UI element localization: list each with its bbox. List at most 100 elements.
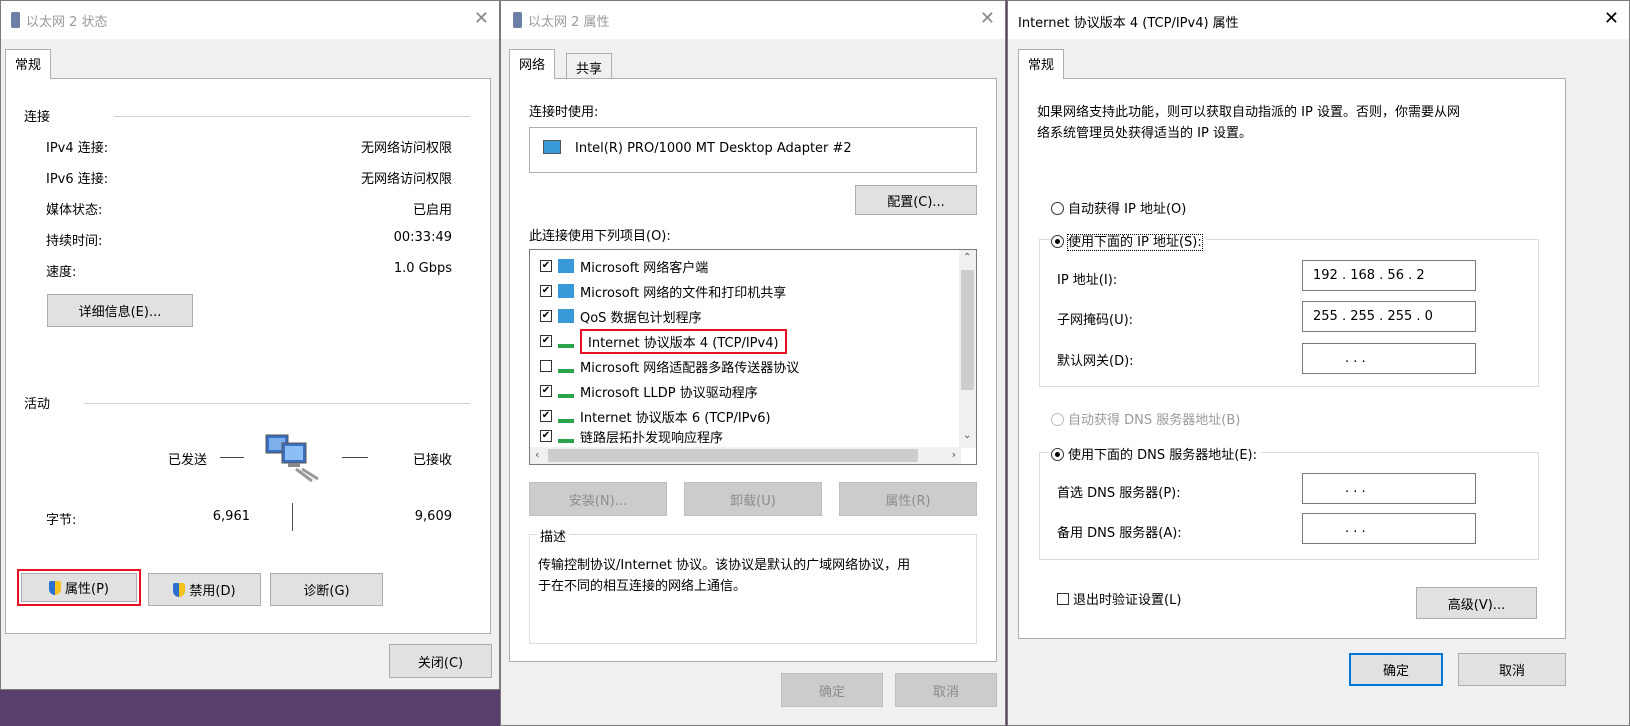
close-icon[interactable]: ✕ — [474, 9, 489, 29]
configure-button[interactable]: 配置(C)... — [855, 185, 977, 215]
disable-button[interactable]: 禁用(D) — [148, 573, 261, 606]
ipv6-label: IPv6 连接: — [46, 172, 109, 187]
speed-value: 1.0 Gbps — [393, 261, 452, 276]
diagnose-button[interactable]: 诊断(G) — [270, 573, 383, 606]
list-item[interactable]: ✔ 链路层拓扑发现响应程序 — [540, 428, 723, 444]
adapter-box: Intel(R) PRO/1000 MT Desktop Adapter #2 — [529, 127, 977, 173]
item-checkbox[interactable] — [540, 360, 552, 372]
connection-heading: 连接 — [24, 110, 51, 125]
client-icon — [558, 259, 574, 273]
radio-icon — [1051, 413, 1064, 426]
radio-icon — [1051, 202, 1064, 215]
item-checkbox[interactable]: ✔ — [540, 410, 552, 422]
sent-label: 已发送 — [168, 453, 208, 468]
status-titlebar[interactable]: 以太网 2 状态 ✕ — [1, 1, 499, 39]
item-label: Microsoft 网络的文件和打印机共享 — [580, 285, 787, 301]
properties-button[interactable]: 属性(P) — [21, 573, 137, 602]
ok-button[interactable]: 确定 — [1349, 653, 1443, 686]
list-item[interactable]: ✔ Internet 协议版本 4 (TCP/IPv4) — [540, 328, 787, 354]
advanced-button[interactable]: 高级(V)... — [1416, 587, 1537, 619]
scroll-down-icon[interactable]: ⌄ — [963, 430, 971, 441]
sent-line — [220, 457, 244, 458]
item-label: QoS 数据包计划程序 — [580, 310, 702, 326]
tab-sharing[interactable]: 共享 — [566, 53, 613, 79]
scroll-left-icon[interactable]: ‹ — [535, 448, 539, 461]
close-button[interactable]: 关闭(C) — [389, 644, 492, 678]
scrollbar-thumb[interactable] — [548, 449, 918, 462]
description-line: 于在不同的相互连接的网络上通信。 — [538, 579, 747, 594]
scroll-up-icon[interactable]: ⌃ — [963, 252, 971, 263]
manual-dns-label: 使用下面的 DNS 服务器地址(E): — [1068, 448, 1257, 463]
item-checkbox[interactable]: ✔ — [540, 260, 552, 272]
auto-dns-radio[interactable]: 自动获得 DNS 服务器地址(B) — [1051, 409, 1240, 428]
protocol-icon — [558, 359, 574, 373]
divider — [84, 403, 470, 404]
preferred-dns-input[interactable]: . . . — [1302, 473, 1476, 504]
manual-ip-radio[interactable]: 使用下面的 IP 地址(S): — [1051, 231, 1206, 251]
ipv4-value: 无网络访问权限 — [360, 141, 452, 156]
item-checkbox[interactable]: ✔ — [540, 430, 552, 442]
divider — [114, 116, 470, 117]
alternate-dns-input[interactable]: . . . — [1302, 513, 1476, 544]
protocol-icon — [558, 384, 574, 398]
ok-button[interactable]: 确定 — [781, 673, 883, 707]
network-icon — [513, 12, 522, 28]
item-checkbox[interactable]: ✔ — [540, 310, 552, 322]
network-icon — [11, 12, 20, 28]
tab-general[interactable]: 常规 — [1018, 49, 1065, 79]
radio-selected-icon — [1051, 448, 1064, 461]
validate-checkbox[interactable]: 退出时验证设置(L) — [1057, 589, 1181, 608]
gateway-input[interactable]: . . . — [1302, 343, 1476, 374]
item-checkbox[interactable]: ✔ — [540, 385, 552, 397]
radio-selected-icon — [1051, 235, 1064, 248]
item-properties-button[interactable]: 属性(R) — [839, 482, 977, 516]
adapter-icon — [543, 140, 561, 154]
uninstall-button[interactable]: 卸载(U) — [684, 482, 822, 516]
duration-label: 持续时间: — [46, 234, 103, 249]
horizontal-scrollbar[interactable]: ‹ › — [530, 447, 961, 464]
auto-dns-label: 自动获得 DNS 服务器地址(B) — [1068, 413, 1241, 428]
list-item[interactable]: ✔ Internet 协议版本 6 (TCP/IPv6) — [540, 405, 771, 427]
item-label: Microsoft LLDP 协议驱动程序 — [580, 385, 758, 401]
window-title: 以太网 2 属性 — [528, 14, 610, 30]
list-item[interactable]: Microsoft 网络适配器多路传送器协议 — [540, 355, 799, 377]
cancel-button[interactable]: 取消 — [895, 673, 997, 707]
scroll-right-icon[interactable]: › — [952, 448, 956, 461]
auto-ip-radio[interactable]: 自动获得 IP 地址(O) — [1051, 198, 1186, 217]
list-item[interactable]: ✔ Microsoft LLDP 协议驱动程序 — [540, 380, 758, 402]
vertical-scrollbar[interactable]: ⌃ ⌄ — [959, 250, 976, 448]
list-item[interactable]: ✔ Microsoft 网络的文件和打印机共享 — [540, 280, 786, 302]
item-label: Microsoft 网络适配器多路传送器协议 — [580, 360, 800, 376]
shield-icon — [49, 580, 61, 595]
ipv4-titlebar[interactable]: Internet 协议版本 4 (TCP/IPv4) 属性 ✕ — [1008, 1, 1629, 39]
items-label: 此连接使用下列项目(O): — [529, 229, 671, 244]
manual-dns-radio[interactable]: 使用下面的 DNS 服务器地址(E): — [1051, 444, 1261, 463]
tab-network[interactable]: 网络 — [509, 49, 556, 79]
scrollbar-thumb[interactable] — [961, 270, 974, 390]
shield-icon — [173, 582, 186, 597]
manual-ip-label: 使用下面的 IP 地址(S): — [1067, 234, 1203, 251]
intro-line: 络系统管理员处获得适当的 IP 设置。 — [1037, 126, 1252, 141]
tab-general[interactable]: 常规 — [5, 49, 52, 79]
items-list[interactable]: ✔ Microsoft 网络客户端 ✔ Microsoft 网络的文件和打印机共… — [529, 249, 977, 465]
cancel-button[interactable]: 取消 — [1458, 653, 1566, 686]
disable-label: 禁用(D) — [189, 584, 236, 599]
window-title: 以太网 2 状态 — [26, 14, 108, 30]
ip-address-input[interactable]: 192 . 168 . 56 . 2 — [1302, 260, 1476, 291]
item-checkbox[interactable]: ✔ — [540, 285, 552, 297]
description-line: 传输控制协议/Internet 协议。该协议是默认的广域网络协议，用 — [538, 558, 911, 573]
adapter-properties-window: 以太网 2 属性 ✕ 网络 共享 连接时使用: Intel(R) PRO/100… — [500, 0, 1006, 726]
list-item[interactable]: ✔ QoS 数据包计划程序 — [540, 305, 702, 327]
list-item[interactable]: ✔ Microsoft 网络客户端 — [540, 255, 708, 277]
close-icon[interactable]: ✕ — [1604, 9, 1619, 29]
install-button[interactable]: 安装(N)... — [529, 482, 667, 516]
activity-heading: 活动 — [24, 397, 51, 412]
connect-using-label: 连接时使用: — [529, 105, 599, 120]
props-titlebar[interactable]: 以太网 2 属性 ✕ — [501, 1, 1005, 39]
item-checkbox[interactable]: ✔ — [540, 335, 552, 347]
details-button[interactable]: 详细信息(E)... — [47, 294, 193, 327]
subnet-mask-input[interactable]: 255 . 255 . 255 . 0 — [1302, 301, 1476, 332]
intro-line: 如果网络支持此功能，则可以获取自动指派的 IP 设置。否则，你需要从网 — [1037, 105, 1460, 120]
close-icon[interactable]: ✕ — [980, 9, 995, 29]
protocol-icon — [558, 409, 574, 423]
